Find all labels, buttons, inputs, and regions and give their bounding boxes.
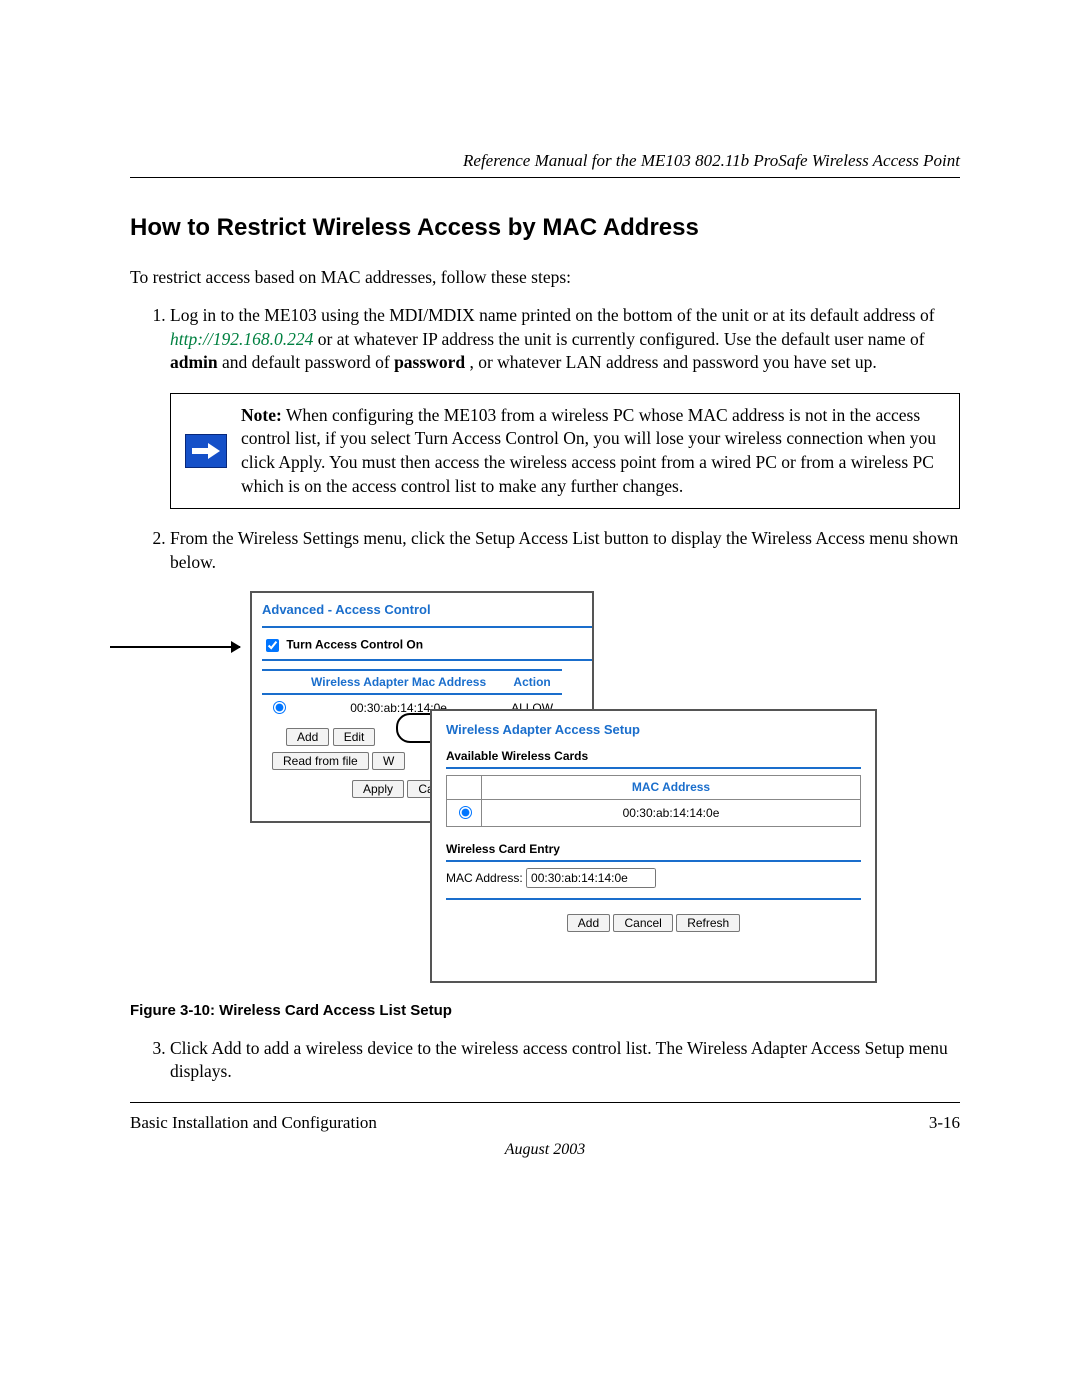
default-ip-link[interactable]: http://192.168.0.224 <box>170 329 313 349</box>
checkbox-label: Turn Access Control On <box>286 638 423 652</box>
step1-part-b: or at whatever IP address the unit is cu… <box>318 329 925 349</box>
row-select-radio[interactable] <box>273 701 286 714</box>
section-title: How to Restrict Wireless Access by MAC A… <box>130 212 960 244</box>
step-3: Click Add to add a wireless device to th… <box>170 1037 960 1084</box>
divider <box>446 898 861 900</box>
divider <box>262 626 592 628</box>
mac-entry-row: MAC Address: <box>446 868 861 888</box>
panel2-title: Wireless Adapter Access Setup <box>446 721 861 739</box>
step1-part-d: , or whatever LAN address and password y… <box>469 352 876 372</box>
figure-caption: Figure 3-10: Wireless Card Access List S… <box>130 1001 960 1021</box>
col-select <box>447 776 482 799</box>
available-cards-table: MAC Address 00:30:ab:14:14:0e <box>446 775 861 826</box>
panel1-title: Advanced - Access Control <box>262 601 592 619</box>
note-text: Note: When configuring the ME103 from a … <box>241 394 959 509</box>
default-password: password <box>394 352 465 372</box>
read-from-file-button[interactable]: Read from file <box>272 752 369 770</box>
col-mac-header: Wireless Adapter Mac Address <box>295 670 502 694</box>
edit-button[interactable]: Edit <box>333 728 376 746</box>
refresh-button[interactable]: Refresh <box>676 914 740 932</box>
note-label: Note: <box>241 405 282 425</box>
callout-arrow-icon <box>110 646 240 648</box>
arrow-right-icon <box>185 434 227 468</box>
divider <box>446 860 861 862</box>
default-username: admin <box>170 352 218 372</box>
page: Reference Manual for the ME103 802.11b P… <box>0 0 1080 1397</box>
step1-part-a: Log in to the ME103 using the MDI/MDIX n… <box>170 305 935 325</box>
add-button[interactable]: Add <box>567 914 610 932</box>
running-header: Reference Manual for the ME103 802.11b P… <box>130 150 960 178</box>
card-mac-value: 00:30:ab:14:14:0e <box>482 799 861 826</box>
col-select <box>262 670 295 694</box>
page-footer: Basic Installation and Configuration 3-1… <box>130 1112 960 1135</box>
mac-entry-label: MAC Address: <box>446 871 523 885</box>
footer-rule <box>130 1102 960 1103</box>
card-entry-header: Wireless Card Entry <box>446 841 861 857</box>
step-list: Log in to the ME103 using the MDI/MDIX n… <box>130 304 960 575</box>
page-number: 3-16 <box>929 1112 960 1135</box>
note-box: Note: When configuring the ME103 from a … <box>170 393 960 510</box>
col-mac-header: MAC Address <box>482 776 861 799</box>
divider <box>262 659 592 661</box>
step-2: From the Wireless Settings menu, click t… <box>170 527 960 574</box>
intro-text: To restrict access based on MAC addresse… <box>130 266 960 290</box>
cancel-button[interactable]: Cancel <box>613 914 672 932</box>
step-1: Log in to the ME103 using the MDI/MDIX n… <box>170 304 960 509</box>
turn-access-control-on-checkbox[interactable] <box>266 639 279 652</box>
mac-address-input[interactable] <box>526 868 656 888</box>
available-cards-header: Available Wireless Cards <box>446 748 861 764</box>
footer-date: August 2003 <box>130 1139 960 1161</box>
footer-section: Basic Installation and Configuration <box>130 1112 377 1135</box>
note-body: When configuring the ME103 from a wirele… <box>241 405 936 496</box>
divider <box>446 767 861 769</box>
step1-part-c: and default password of <box>222 352 394 372</box>
step-list-cont: Click Add to add a wireless device to th… <box>130 1037 960 1084</box>
apply-button[interactable]: Apply <box>352 780 404 798</box>
figure-3-10: Advanced - Access Control Turn Access Co… <box>130 591 960 991</box>
note-icon-cell <box>171 394 241 509</box>
card-select-radio[interactable] <box>459 806 472 819</box>
write-button[interactable]: W <box>372 752 405 770</box>
table-row: 00:30:ab:14:14:0e <box>447 799 861 826</box>
col-action-header: Action <box>502 670 562 694</box>
add-button[interactable]: Add <box>286 728 329 746</box>
adapter-access-setup-panel: Wireless Adapter Access Setup Available … <box>430 709 877 983</box>
